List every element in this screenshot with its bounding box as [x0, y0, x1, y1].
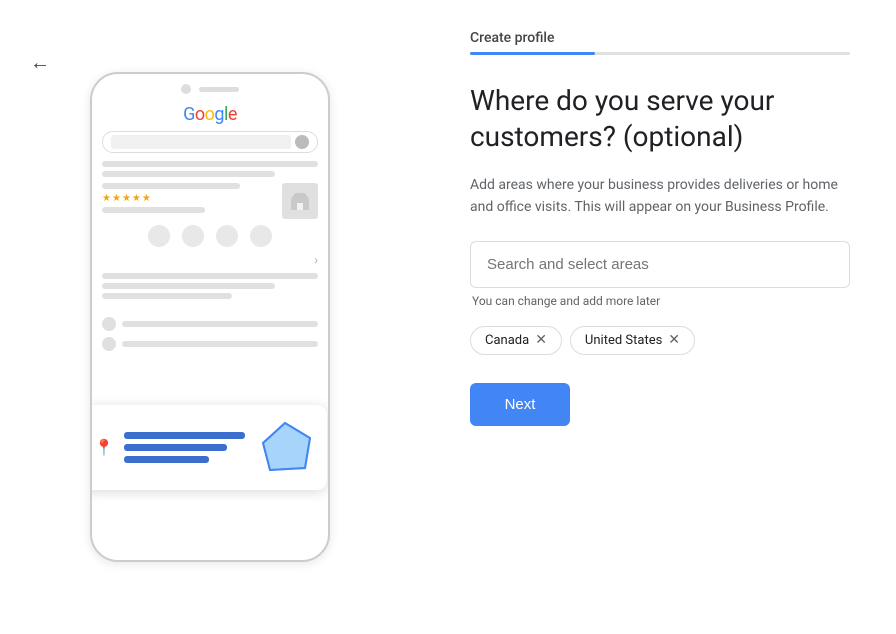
next-button[interactable]: Next: [470, 383, 570, 426]
bottom-line: [122, 321, 318, 327]
content-line: [102, 283, 275, 289]
phone-mockup: Google ★ ★ ★ ★: [90, 72, 330, 562]
canada-chip-label: Canada: [485, 333, 529, 348]
card-lines: [124, 432, 245, 463]
pin-icon: 📍: [94, 438, 114, 457]
action-icon: [182, 225, 204, 247]
action-icon: [216, 225, 238, 247]
phone-content-lines: [102, 161, 318, 177]
content-line: [102, 161, 318, 167]
card-line: [124, 432, 245, 439]
chips-container: Canada ✕ United States ✕: [470, 326, 850, 355]
phone-speaker: [199, 87, 239, 92]
united-states-chip-label: United States: [585, 333, 662, 348]
phone-content: Google ★ ★ ★ ★: [98, 100, 322, 309]
action-icon: [148, 225, 170, 247]
progress-fill: [470, 52, 595, 55]
chevron-right-icon: ›: [102, 253, 318, 267]
card-line: [124, 444, 227, 451]
phone-content-lines-2: [102, 273, 318, 299]
phone-top: [98, 84, 322, 94]
star: ★: [122, 193, 131, 204]
helper-text: You can change and add more later: [470, 294, 850, 308]
content-line: [102, 293, 232, 299]
listing-detail-line: [102, 207, 205, 213]
areas-search-input[interactable]: [470, 241, 850, 288]
bottom-line: [122, 341, 318, 347]
phone-search-bar: [102, 131, 318, 153]
united-states-chip-close[interactable]: ✕: [668, 333, 680, 347]
phone-bottom: [98, 313, 322, 361]
action-icon: [250, 225, 272, 247]
progress-label: Create profile: [470, 30, 850, 46]
bottom-row: [102, 337, 318, 351]
page-title: Where do you serve your customers? (opti…: [470, 83, 850, 156]
bottom-row: [102, 317, 318, 331]
content-line: [102, 171, 275, 177]
left-panel: ← Google: [0, 0, 420, 634]
progress-track: [470, 52, 850, 55]
phone-search-input: [111, 135, 291, 149]
united-states-chip[interactable]: United States ✕: [570, 326, 695, 355]
card-overlay: 📍: [90, 405, 327, 490]
star: ★: [112, 193, 121, 204]
phone-camera: [181, 84, 191, 94]
search-field-container: [470, 241, 850, 288]
stars-row: ★ ★ ★ ★ ★: [102, 193, 274, 204]
bottom-icon: [102, 317, 116, 331]
star: ★: [132, 193, 141, 204]
canada-chip-close[interactable]: ✕: [535, 333, 547, 347]
phone-listing: ★ ★ ★ ★ ★: [102, 183, 318, 219]
card-line: [124, 456, 209, 463]
page-description: Add areas where your business provides d…: [470, 174, 840, 219]
listing-info: ★ ★ ★ ★ ★: [102, 183, 274, 217]
back-button[interactable]: ←: [30, 50, 50, 75]
right-panel: Create profile Where do you serve your c…: [420, 0, 896, 634]
phone-search-icon: [295, 135, 309, 149]
google-logo: Google: [102, 104, 318, 125]
star: ★: [102, 193, 111, 204]
canada-chip[interactable]: Canada ✕: [470, 326, 562, 355]
action-icons-row: [102, 225, 318, 247]
store-icon: [282, 183, 318, 219]
star: ★: [142, 193, 151, 204]
listing-name-line: [102, 183, 240, 189]
progress-bar-container: Create profile: [470, 30, 850, 55]
content-line: [102, 273, 318, 279]
map-shape: [255, 418, 315, 478]
bottom-icon: [102, 337, 116, 351]
